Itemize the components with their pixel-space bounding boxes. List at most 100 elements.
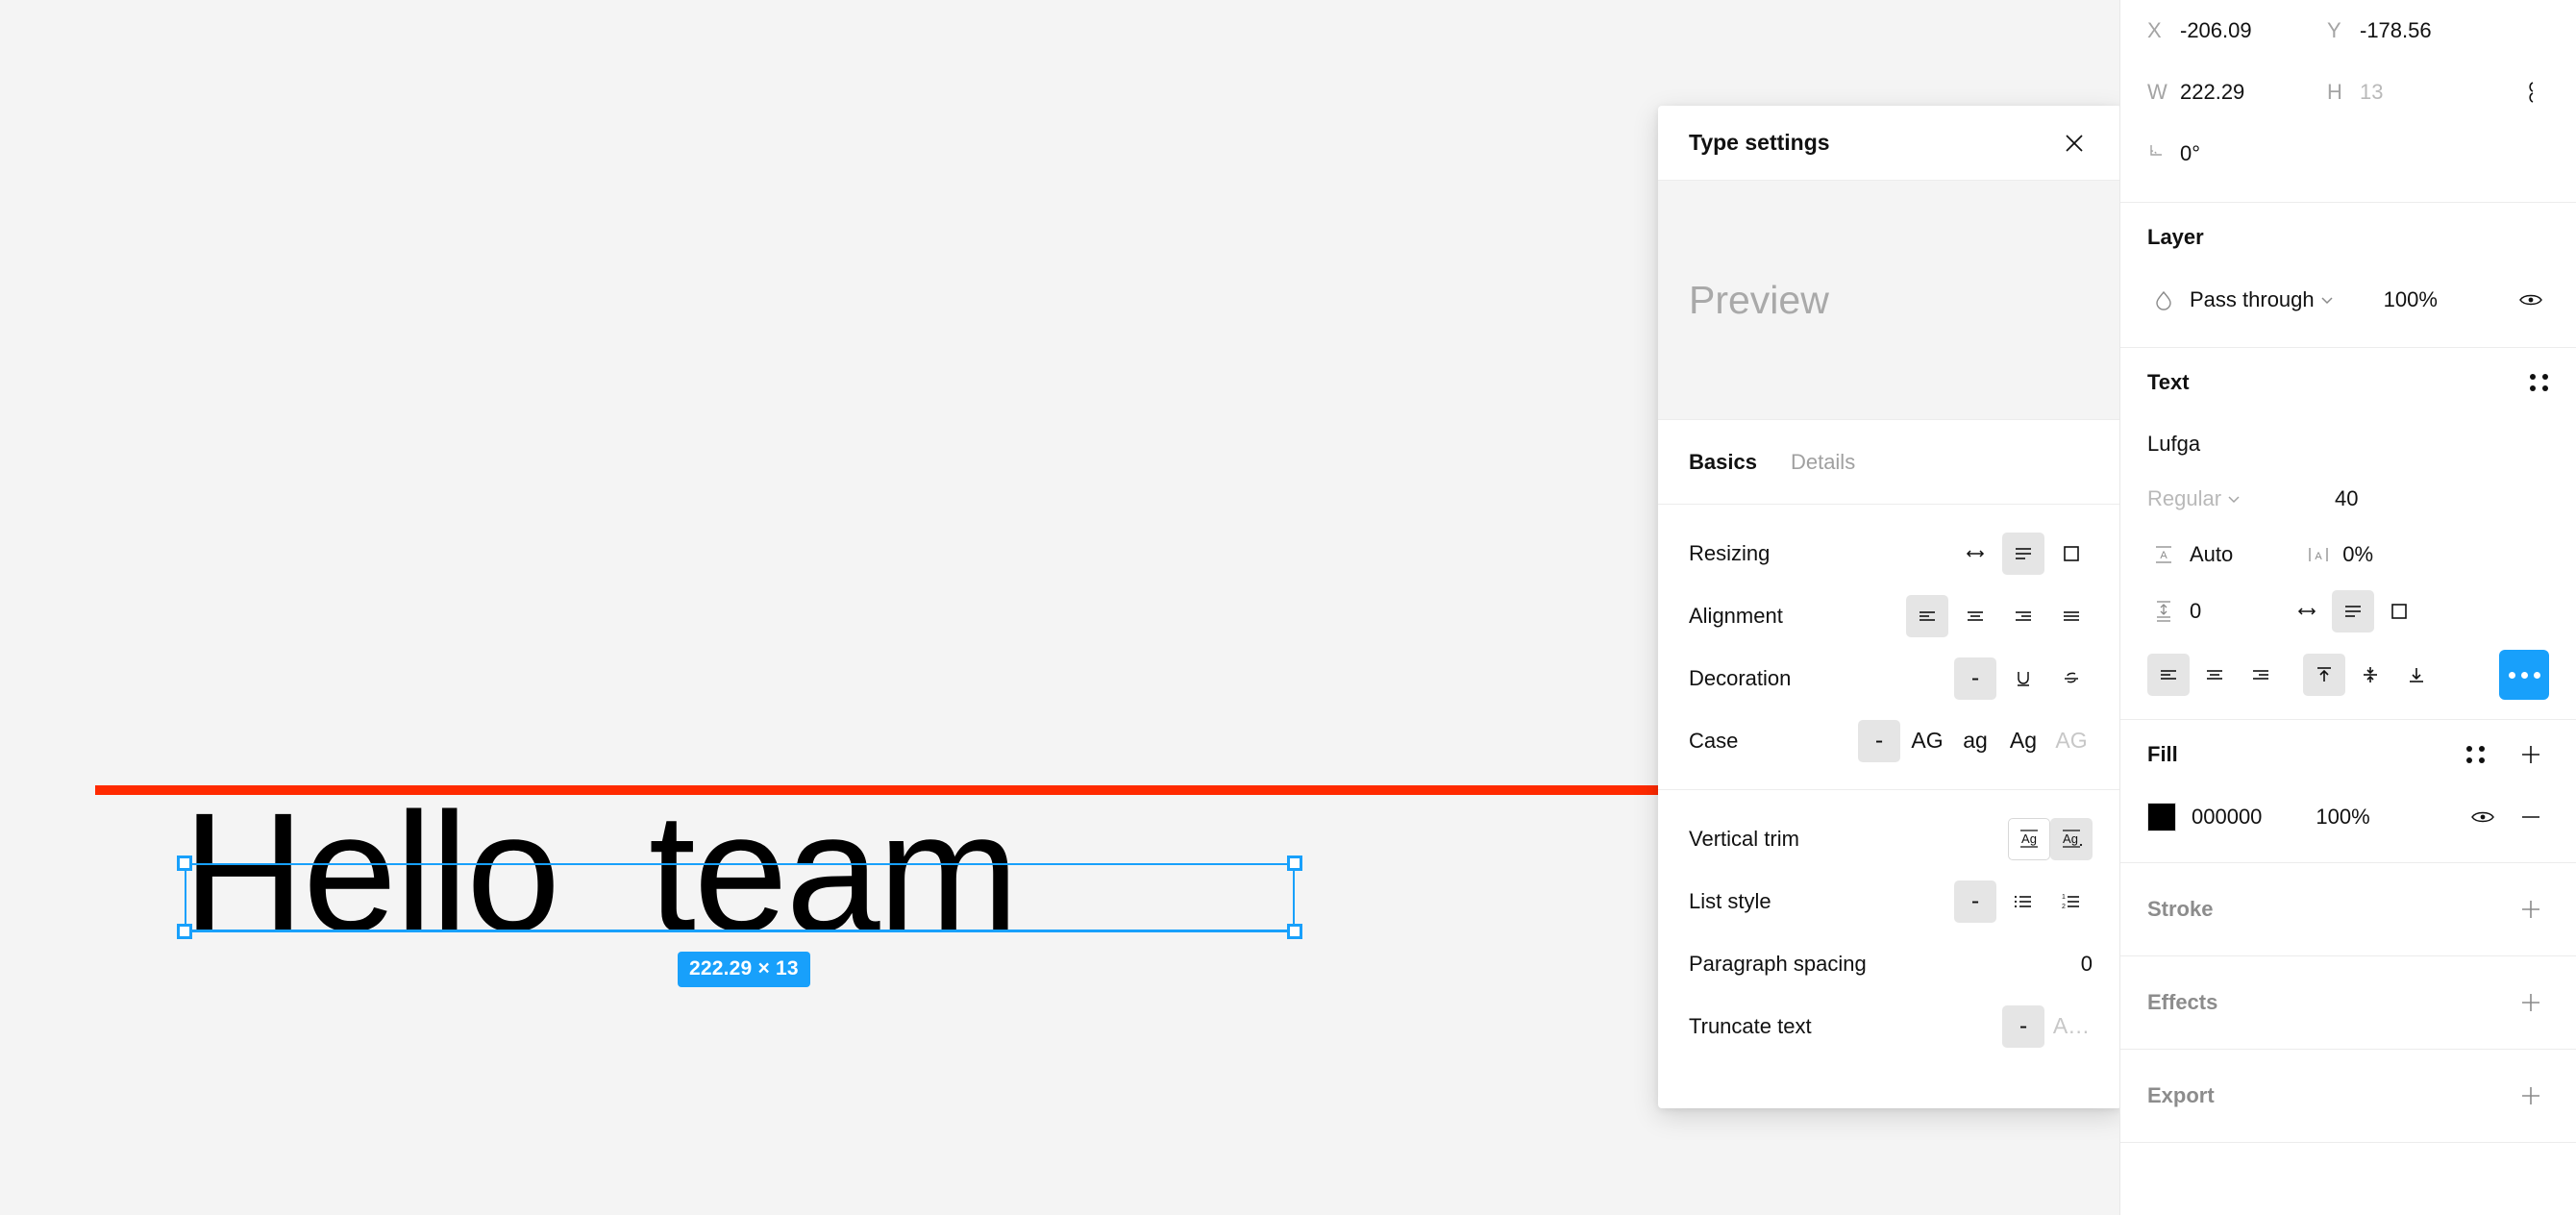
height-field[interactable]: H 13: [2327, 80, 2507, 105]
auto-height-icon[interactable]: [2002, 532, 2044, 575]
truncate-on-icon[interactable]: A…: [2050, 1005, 2093, 1048]
svg-text:1: 1: [2062, 894, 2066, 901]
plus-icon[interactable]: [2513, 984, 2549, 1021]
plus-icon[interactable]: [2513, 891, 2549, 928]
font-size-value[interactable]: 40: [2335, 486, 2358, 511]
truncate-off-icon[interactable]: -: [2002, 1004, 2044, 1048]
export-section: Export: [2120, 1050, 2576, 1142]
svg-text:2: 2: [2062, 904, 2066, 910]
plus-icon[interactable]: [2513, 736, 2549, 773]
align-bottom-icon[interactable]: [2395, 654, 2438, 696]
fixed-size-icon[interactable]: [2050, 533, 2093, 575]
row-truncate-text: Truncate text - A…: [1658, 995, 2121, 1057]
bulleted-list-icon[interactable]: [2002, 880, 2044, 923]
resize-handle-top-right[interactable]: [1287, 855, 1302, 871]
row-alignment: Alignment: [1658, 584, 2121, 647]
tab-details[interactable]: Details: [1791, 450, 1855, 475]
export-title: Export: [2147, 1083, 2215, 1107]
minus-icon[interactable]: [2513, 799, 2549, 835]
row-label-decoration: Decoration: [1689, 665, 1792, 690]
font-preview-area: Preview: [1658, 181, 2121, 420]
y-value[interactable]: -178.56: [2360, 18, 2432, 43]
vertical-trim-capheight-icon[interactable]: Ag: [2050, 817, 2093, 860]
smallcaps-glyph: AG: [2055, 728, 2088, 753]
font-weight-value[interactable]: Regular: [2147, 486, 2221, 511]
blend-mode-value[interactable]: Pass through: [2190, 287, 2315, 312]
layer-header: Layer: [2147, 203, 2549, 272]
align-left-icon[interactable]: [2147, 654, 2190, 696]
fill-header: Fill: [2147, 720, 2549, 789]
chevron-down-icon[interactable]: [2315, 282, 2340, 318]
w-value[interactable]: 222.29: [2180, 80, 2244, 105]
fixed-size-icon[interactable]: [2378, 590, 2420, 632]
svg-text:Ag: Ag: [2063, 831, 2078, 846]
text-header: Text: [2147, 348, 2549, 417]
fill-title: Fill: [2147, 742, 2178, 766]
auto-width-icon[interactable]: [1954, 533, 1996, 575]
eye-icon[interactable]: [2465, 799, 2501, 835]
fill-hex-value[interactable]: 000000: [2192, 805, 2262, 830]
auto-width-icon[interactable]: [2286, 590, 2328, 632]
no-decoration-icon[interactable]: -: [1954, 657, 1996, 700]
y-field[interactable]: Y -178.56: [2327, 18, 2507, 43]
font-style-row: Regular 40: [2147, 471, 2549, 527]
titlecase-icon[interactable]: Ag: [2002, 720, 2044, 762]
tab-basics[interactable]: Basics: [1689, 450, 1757, 475]
x-label: X: [2147, 18, 2162, 42]
align-center-icon[interactable]: [1954, 595, 1996, 637]
more-options-icon[interactable]: [2499, 650, 2549, 700]
align-middle-icon[interactable]: [2349, 654, 2391, 696]
selection-bounding-box[interactable]: [177, 855, 1302, 939]
lowercase-icon[interactable]: ag: [1954, 720, 1996, 762]
row-case: Case - AG ag Ag AG: [1658, 709, 2121, 772]
underline-icon[interactable]: [2002, 657, 2044, 700]
list-none-icon[interactable]: -: [1954, 880, 1996, 923]
align-top-icon[interactable]: [2303, 654, 2345, 696]
grip-icon[interactable]: [2530, 374, 2549, 391]
paragraph-spacing-value[interactable]: 0: [2190, 599, 2201, 624]
align-right-icon[interactable]: [2240, 654, 2282, 696]
font-family-row[interactable]: Lufga: [2147, 417, 2549, 471]
letter-spacing-value[interactable]: 0%: [2342, 542, 2373, 567]
resize-handle-top-left[interactable]: [177, 855, 192, 871]
vertical-trim-standard-icon[interactable]: Ag: [2008, 817, 2050, 860]
constrain-proportions-icon[interactable]: [2513, 74, 2549, 111]
paragraph-spacing-value[interactable]: 0: [2081, 952, 2093, 977]
smallcaps-icon[interactable]: AG: [2050, 720, 2093, 762]
text-title: Text: [2147, 370, 2190, 394]
resize-handle-bottom-right[interactable]: [1287, 924, 1302, 939]
align-justify-icon[interactable]: [2050, 595, 2093, 637]
stroke-header: Stroke: [2147, 863, 2549, 955]
chevron-down-icon[interactable]: [2221, 481, 2246, 517]
svg-text:A: A: [2160, 550, 2167, 561]
row-vertical-trim: Vertical trim Ag Ag: [1658, 807, 2121, 870]
strikethrough-icon[interactable]: [2050, 657, 2093, 700]
font-family-value[interactable]: Lufga: [2147, 432, 2200, 457]
eye-icon[interactable]: [2513, 282, 2549, 318]
fill-opacity-value[interactable]: 100%: [2316, 805, 2369, 830]
plus-icon[interactable]: [2513, 1078, 2549, 1114]
rotation-field[interactable]: 0°: [2147, 141, 2327, 166]
close-icon[interactable]: [2058, 127, 2091, 160]
x-value[interactable]: -206.09: [2180, 18, 2252, 43]
auto-height-icon[interactable]: [2332, 590, 2375, 632]
numbered-list-icon[interactable]: 1 2: [2050, 880, 2093, 923]
align-left-icon[interactable]: [1906, 594, 1948, 637]
grip-icon[interactable]: [2466, 746, 2486, 763]
align-center-icon[interactable]: [2193, 654, 2236, 696]
line-height-value[interactable]: Auto: [2190, 542, 2233, 567]
x-field[interactable]: X -206.09: [2147, 18, 2327, 43]
case-none-icon[interactable]: -: [1858, 719, 1900, 762]
layer-opacity-value[interactable]: 100%: [2384, 287, 2438, 312]
width-field[interactable]: W 222.29: [2147, 80, 2327, 105]
h-value[interactable]: 13: [2360, 80, 2383, 105]
uppercase-icon[interactable]: AG: [1906, 720, 1948, 762]
blend-mode-icon[interactable]: [2147, 282, 2180, 318]
align-right-icon[interactable]: [2002, 595, 2044, 637]
row-paragraph-spacing: Paragraph spacing 0: [1658, 932, 2121, 995]
rotation-value[interactable]: 0°: [2180, 141, 2200, 166]
fill-color-swatch[interactable]: [2147, 803, 2176, 831]
type-settings-panel[interactable]: Type settings Preview Basics Details Res…: [1658, 106, 2121, 1108]
spacing-row: A Auto A 0%: [2147, 527, 2549, 583]
resize-handle-bottom-left[interactable]: [177, 924, 192, 939]
